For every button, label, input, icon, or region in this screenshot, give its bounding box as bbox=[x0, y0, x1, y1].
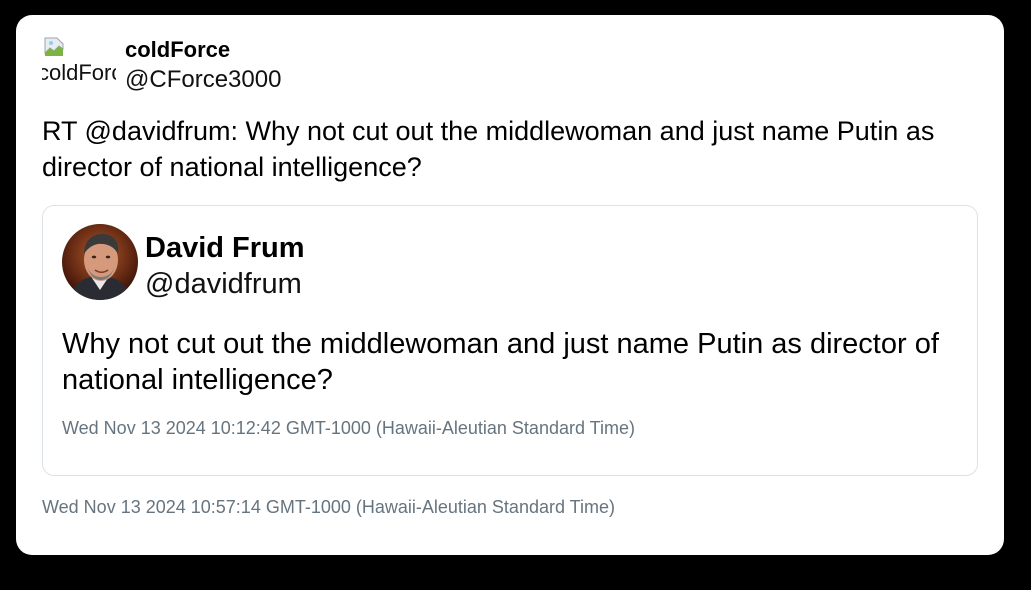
avatar-alt-text: coldForce bbox=[42, 60, 116, 85]
tweet-text: RT @davidfrum: Why not cut out the middl… bbox=[42, 116, 935, 182]
quoted-author-handle[interactable]: @davidfrum bbox=[145, 267, 302, 301]
quoted-author-avatar[interactable] bbox=[62, 224, 138, 300]
quoted-tweet-text: Why not cut out the middlewoman and just… bbox=[62, 328, 939, 396]
author-avatar[interactable]: coldForce bbox=[42, 37, 116, 87]
quoted-tweet-timestamp[interactable]: Wed Nov 13 2024 10:12:42 GMT-1000 (Hawai… bbox=[62, 417, 635, 439]
tweet-timestamp[interactable]: Wed Nov 13 2024 10:57:14 GMT-1000 (Hawai… bbox=[42, 496, 615, 518]
author-handle[interactable]: @CForce3000 bbox=[125, 66, 281, 94]
quoted-tweet[interactable]: David Frum @davidfrum Why not cut out th… bbox=[42, 205, 978, 476]
author-name[interactable]: coldForce bbox=[125, 37, 230, 63]
profile-photo bbox=[62, 224, 138, 300]
broken-image-icon bbox=[44, 37, 64, 56]
quoted-author-name[interactable]: David Frum bbox=[145, 231, 305, 265]
tweet-card: coldForce coldForce @CForce3000 RT @davi… bbox=[16, 15, 1004, 555]
